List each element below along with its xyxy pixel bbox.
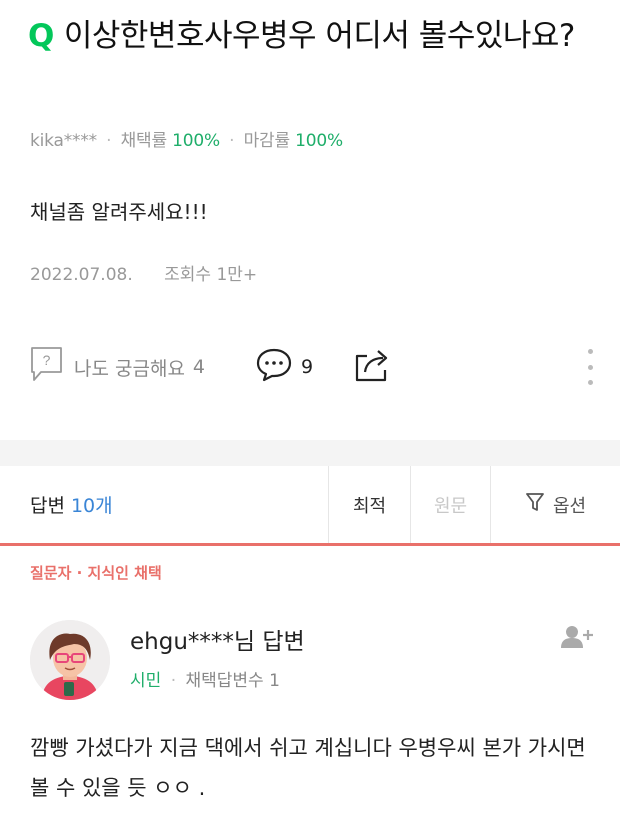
question-date: 2022.07.08.: [30, 265, 133, 285]
question-header: Q 이상한변호사우병우 어디서 볼수있나요?: [28, 10, 598, 62]
adopt-rate: 100%: [172, 131, 220, 151]
question-date-row: 2022.07.08. 조회수 1만+: [30, 260, 257, 285]
question-title-text: 이상한변호사우병우 어디서 볼수있나요?: [63, 18, 576, 54]
options-label: 옵션: [552, 495, 587, 517]
question-mark-icon: Q: [28, 18, 54, 54]
answers-count: 10개: [70, 495, 113, 517]
adopt-rate-label: 채택률: [120, 131, 168, 151]
close-rate: 100%: [295, 131, 343, 151]
svg-text:?: ?: [43, 352, 51, 368]
answers-bar: 답변 10개 최적 원문 옵션: [0, 466, 620, 546]
curious-count: 4: [192, 356, 206, 378]
answer-author[interactable]: ehgu****님 답변: [130, 622, 305, 656]
question-body: 채널좀 알려주세요!!!: [30, 200, 208, 224]
more-vertical-icon[interactable]: [580, 349, 600, 385]
answer-author-meta: 시민 · 채택답변수 1: [130, 671, 280, 691]
share-button[interactable]: [353, 346, 393, 389]
sort-original-tab[interactable]: 원문: [410, 466, 490, 543]
question-title: Q 이상한변호사우병우 어디서 볼수있나요?: [28, 10, 598, 62]
filter-icon: [525, 491, 545, 518]
answers-count-label: 답변 10개: [0, 466, 328, 543]
question-bubble-icon: ?: [30, 345, 64, 390]
section-divider: [0, 440, 620, 466]
comment-button[interactable]: 9: [247, 347, 313, 388]
chosen-answer-badge: 질문자 · 지식인 채택: [30, 564, 162, 582]
question-author[interactable]: kika****: [30, 131, 97, 151]
close-rate-label: 마감률: [243, 131, 291, 151]
answer-header: ehgu****님 답변 시민 · 채택답변수 1: [30, 620, 600, 704]
options-button[interactable]: 옵션: [490, 466, 620, 543]
add-friend-icon[interactable]: [560, 624, 596, 654]
answers-label: 답변: [30, 495, 65, 517]
share-icon: [353, 346, 393, 389]
author-rank: 시민: [130, 671, 162, 691]
question-meta: kika**** · 채택률 100% · 마감률 100%: [30, 131, 343, 151]
speech-bubble-icon: [255, 347, 293, 388]
avatar[interactable]: [30, 620, 110, 700]
question-actions: ? 나도 궁금해요 4 9: [30, 345, 600, 389]
answer-body: 깜빵 가셨다가 지금 댁에서 쉬고 계십니다 우병우씨 본가 가시면 볼 수 있…: [30, 736, 586, 800]
view-count: 조회수 1만+: [164, 265, 258, 285]
curious-label: 나도 궁금해요: [74, 357, 185, 380]
adopted-count: 채택답변수 1: [185, 671, 280, 691]
comment-count: 9: [301, 356, 314, 378]
curious-button[interactable]: ? 나도 궁금해요 4: [30, 345, 205, 390]
sort-best-tab[interactable]: 최적: [328, 466, 410, 543]
